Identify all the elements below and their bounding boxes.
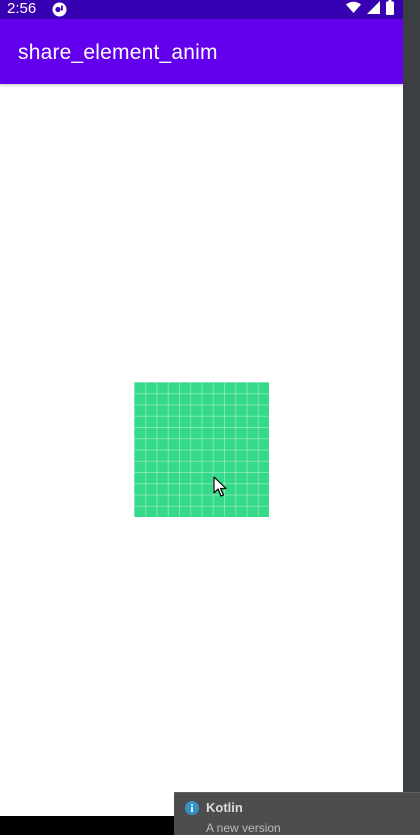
info-icon (185, 801, 199, 815)
notification-body[interactable]: A new version (206, 821, 281, 835)
mouse-cursor-icon (213, 476, 227, 498)
app-notification-icon (52, 2, 67, 17)
signal-icon (367, 0, 380, 19)
battery-icon (386, 0, 394, 20)
notification-title: Kotlin (206, 800, 243, 815)
app-bar: share_element_anim (0, 19, 403, 84)
screen: 2:56 share_element_anim Kotlin A new ver… (0, 0, 420, 835)
shared-element-image[interactable] (134, 382, 269, 517)
status-bar: 2:56 (0, 0, 403, 19)
ide-notification[interactable]: Kotlin A new version (174, 792, 420, 835)
emulator-screen: 2:56 share_element_anim (0, 0, 403, 835)
status-icons (346, 0, 394, 20)
wifi-icon (346, 1, 361, 19)
app-title: share_element_anim (18, 41, 218, 64)
status-time: 2:56 (7, 0, 37, 17)
